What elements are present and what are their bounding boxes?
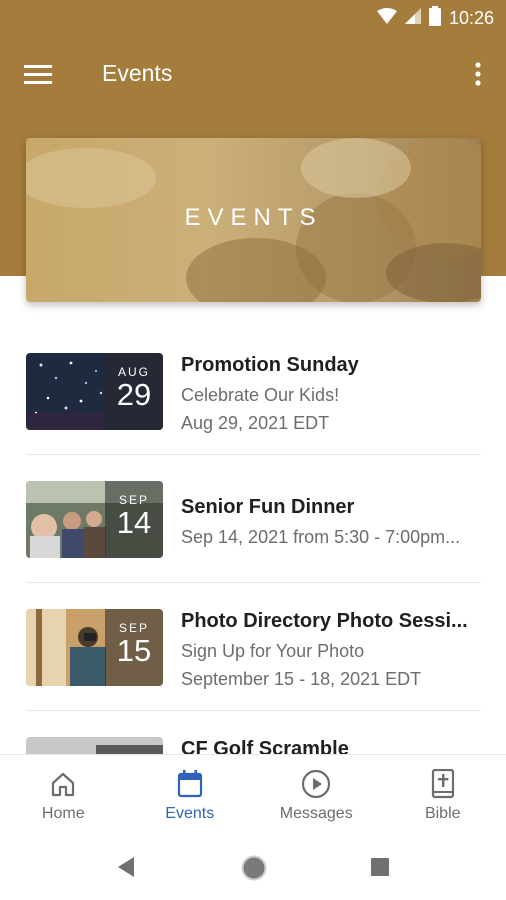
bible-icon bbox=[431, 769, 454, 799]
date-badge: SEP 14 bbox=[105, 481, 163, 558]
date-badge: SEP 15 bbox=[105, 609, 163, 686]
bottom-navigation: Home Events Messages Bible bbox=[0, 754, 506, 840]
event-subtitle: Sign Up for Your Photo bbox=[181, 641, 365, 661]
more-vert-icon bbox=[475, 62, 481, 86]
event-subtitle: Celebrate Our Kids! bbox=[181, 385, 340, 405]
date-day: 15 bbox=[116, 633, 152, 668]
event-date: September 15 - 18, 2021 EDT bbox=[181, 669, 422, 689]
home-system-button[interactable] bbox=[241, 855, 267, 886]
play-circle-icon bbox=[302, 769, 331, 799]
date-badge: AUG 29 bbox=[105, 353, 163, 430]
hamburger-menu-icon bbox=[24, 65, 52, 84]
cellular-signal-icon bbox=[404, 7, 421, 29]
status-bar: 10:26 bbox=[0, 0, 506, 36]
event-title: Senior Fun Dinner bbox=[181, 496, 355, 518]
event-date: Sep 14, 2021 from 5:30 - 7:00pm... bbox=[181, 527, 461, 547]
home-circle-icon bbox=[241, 855, 267, 881]
divider bbox=[26, 582, 481, 583]
divider bbox=[26, 454, 481, 455]
nav-events[interactable]: Events bbox=[127, 755, 254, 840]
back-triangle-icon bbox=[118, 857, 134, 877]
nav-label: Messages bbox=[279, 805, 353, 822]
event-title: Photo Directory Photo Sessi... bbox=[181, 610, 468, 632]
nav-label: Home bbox=[41, 805, 85, 822]
status-time: 10:26 bbox=[448, 7, 494, 28]
event-thumbnail: SEP 15 bbox=[26, 609, 163, 686]
wifi-icon bbox=[376, 7, 397, 29]
nav-messages[interactable]: Messages bbox=[253, 755, 380, 840]
date-day: 14 bbox=[116, 505, 152, 540]
event-date: Aug 29, 2021 EDT bbox=[181, 413, 330, 433]
app-bar: Events bbox=[0, 42, 506, 106]
list-item[interactable]: AUG 29 Promotion Sunday Celebrate Our Ki… bbox=[0, 340, 506, 450]
recents-square-icon bbox=[371, 858, 389, 876]
menu-button[interactable] bbox=[22, 60, 54, 88]
event-title: Promotion Sunday bbox=[181, 354, 359, 376]
divider bbox=[26, 710, 481, 711]
nav-home[interactable]: Home bbox=[0, 755, 127, 840]
list-item[interactable]: SEP 14 Senior Fun Dinner Sep 14, 2021 fr… bbox=[0, 468, 506, 578]
battery-icon bbox=[428, 5, 441, 31]
recents-button[interactable] bbox=[371, 858, 389, 881]
nav-label: Bible bbox=[424, 805, 461, 822]
home-icon bbox=[52, 772, 75, 797]
system-navigation-bar bbox=[0, 840, 506, 900]
nav-bible[interactable]: Bible bbox=[380, 755, 506, 840]
event-thumbnail: AUG 29 bbox=[26, 353, 163, 430]
more-options-button[interactable] bbox=[468, 60, 488, 88]
events-banner: EVENTS bbox=[26, 138, 481, 302]
event-thumbnail: SEP 14 bbox=[26, 481, 163, 558]
nav-label: Events bbox=[165, 805, 215, 822]
list-item[interactable]: SEP 15 Photo Directory Photo Sessi... Si… bbox=[0, 596, 506, 706]
banner-title: EVENTS bbox=[184, 204, 323, 231]
calendar-icon bbox=[177, 770, 202, 798]
page-title: Events bbox=[102, 60, 173, 86]
date-day: 29 bbox=[116, 377, 152, 412]
back-button[interactable] bbox=[118, 857, 136, 882]
